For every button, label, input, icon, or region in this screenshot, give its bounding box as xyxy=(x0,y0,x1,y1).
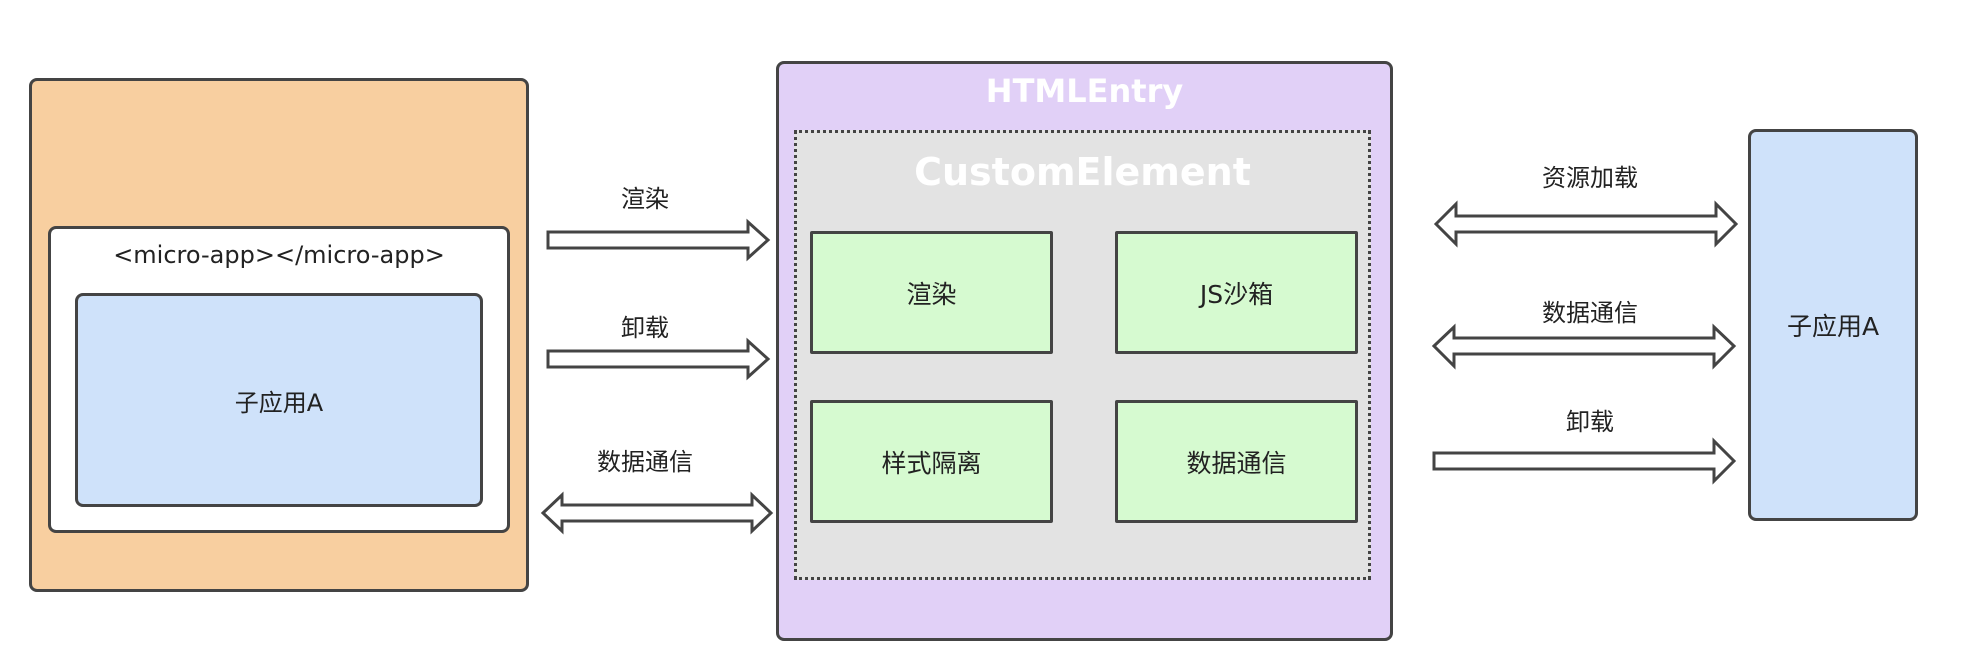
arrow-data-comm-right xyxy=(1431,323,1737,370)
arrow-unload-right xyxy=(1432,437,1737,485)
arrows-layer xyxy=(540,200,1739,535)
arrow-render xyxy=(546,218,771,262)
arrow-resource-load xyxy=(1433,200,1739,248)
arrow-unload xyxy=(546,337,771,381)
arrow-data-comm xyxy=(540,491,774,535)
